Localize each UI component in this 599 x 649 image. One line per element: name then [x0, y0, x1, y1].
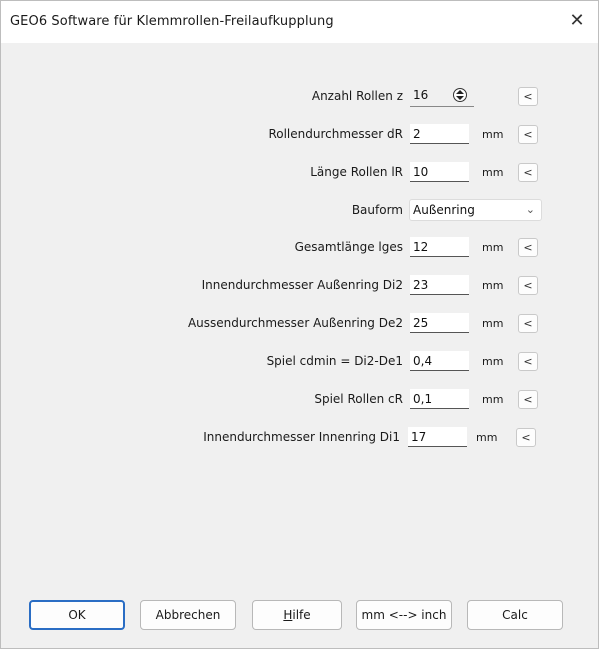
- set-gesamtlaenge-button[interactable]: <: [518, 238, 538, 257]
- row-spiel-rollen: Spiel Rollen cR mm <: [1, 388, 598, 412]
- unit-toggle-button[interactable]: mm <--> inch: [356, 600, 452, 630]
- rollendurchmesser-input[interactable]: [410, 124, 469, 144]
- label-bauform: Bauform: [351, 203, 403, 217]
- unit-label: mm: [482, 355, 504, 368]
- ok-button[interactable]: OK: [29, 600, 125, 630]
- up-down-spinner-icon[interactable]: [453, 88, 467, 102]
- rollen-count-value: 16: [413, 88, 429, 102]
- row-rollendurchmesser: Rollendurchmesser dR mm <: [1, 123, 598, 147]
- label-aussendurchmesser-aussenring: Aussendurchmesser Außenring De2: [187, 316, 403, 330]
- window-title: GEO6 Software für Klemmrollen-Freilaufku…: [10, 14, 334, 29]
- row-spiel-cdmin: Spiel cdmin = Di2-De1 mm <: [1, 350, 598, 374]
- close-icon[interactable]: ✕: [566, 10, 588, 32]
- row-laenge-rollen: Länge Rollen lR mm <: [1, 161, 598, 185]
- label-gesamtlaenge: Gesamtlänge lges: [294, 240, 403, 254]
- set-innendurchmesser-aussenring-button[interactable]: <: [518, 276, 538, 295]
- set-rollen-count-button[interactable]: <: [518, 87, 538, 106]
- unit-label: mm: [482, 393, 504, 406]
- unit-label: mm: [482, 241, 504, 254]
- chevron-down-icon: ⌄: [525, 203, 535, 216]
- title-bar: GEO6 Software für Klemmrollen-Freilaufku…: [1, 1, 598, 43]
- label-innendurchmesser-aussenring: Innendurchmesser Außenring Di2: [201, 278, 403, 292]
- row-gesamtlaenge: Gesamtlänge lges mm <: [1, 236, 598, 260]
- row-innendurchmesser-aussenring: Innendurchmesser Außenring Di2 mm <: [1, 274, 598, 298]
- set-aussendurchmesser-aussenring-button[interactable]: <: [518, 314, 538, 333]
- set-innendurchmesser-innenring-button[interactable]: <: [516, 428, 536, 447]
- unit-label: mm: [482, 128, 504, 141]
- gesamtlaenge-input[interactable]: [410, 237, 469, 257]
- label-rollendurchmesser: Rollendurchmesser dR: [268, 127, 403, 141]
- unit-label: mm: [482, 317, 504, 330]
- row-aussendurchmesser-aussenring: Aussendurchmesser Außenring De2 mm <: [1, 312, 598, 336]
- dialog-window: GEO6 Software für Klemmrollen-Freilaufku…: [0, 0, 599, 649]
- rollen-count-spinner[interactable]: 16: [410, 85, 474, 107]
- label-anzahl-rollen: Anzahl Rollen z: [311, 89, 403, 103]
- row-innendurchmesser-innenring: Innendurchmesser Innenring Di1 mm <: [1, 426, 598, 450]
- label-spiel-cdmin: Spiel cdmin = Di2-De1: [266, 354, 403, 368]
- laenge-rollen-input[interactable]: [410, 162, 469, 182]
- spiel-rollen-input[interactable]: [410, 389, 469, 409]
- set-rollendurchmesser-button[interactable]: <: [518, 125, 538, 144]
- set-spiel-rollen-button[interactable]: <: [518, 390, 538, 409]
- help-button[interactable]: Hilfe: [252, 600, 342, 630]
- unit-label: mm: [482, 166, 504, 179]
- unit-label: mm: [476, 431, 498, 444]
- help-label-rest: ilfe: [292, 608, 311, 622]
- set-laenge-rollen-button[interactable]: <: [518, 163, 538, 182]
- aussendurchmesser-aussenring-input[interactable]: [410, 313, 469, 333]
- innendurchmesser-aussenring-input[interactable]: [410, 275, 469, 295]
- innendurchmesser-innenring-input[interactable]: [408, 427, 467, 447]
- label-spiel-rollen: Spiel Rollen cR: [314, 392, 403, 406]
- bauform-selected-value: Außenring: [413, 203, 475, 217]
- row-bauform: Bauform Außenring ⌄: [1, 199, 598, 223]
- calc-button[interactable]: Calc: [467, 600, 563, 630]
- row-anzahl-rollen: Anzahl Rollen z 16 <: [1, 85, 598, 109]
- set-spiel-cdmin-button[interactable]: <: [518, 352, 538, 371]
- bauform-select[interactable]: Außenring ⌄: [409, 199, 542, 221]
- unit-label: mm: [482, 279, 504, 292]
- label-innendurchmesser-innenring: Innendurchmesser Innenring Di1: [203, 430, 400, 444]
- label-laenge-rollen: Länge Rollen lR: [310, 165, 403, 179]
- spiel-cdmin-input[interactable]: [410, 351, 469, 371]
- cancel-button[interactable]: Abbrechen: [140, 600, 236, 630]
